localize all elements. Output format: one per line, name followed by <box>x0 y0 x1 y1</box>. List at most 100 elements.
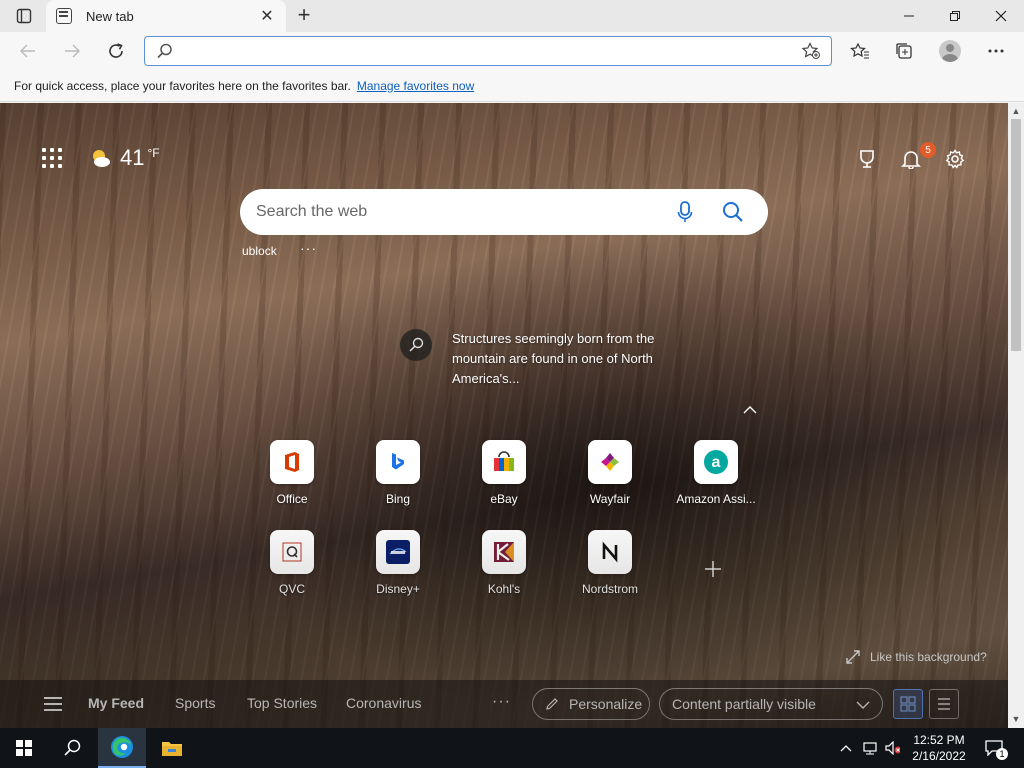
settings-and-more-button[interactable] <box>982 38 1010 64</box>
disney-plus-icon <box>376 530 420 574</box>
scroll-down-arrow-icon[interactable]: ▼ <box>1011 713 1021 725</box>
quick-link-ublock[interactable]: ublock <box>242 244 277 258</box>
taskbar-clock[interactable]: 12:52 PM 2/16/2022 <box>904 732 974 764</box>
action-center-badge: 1 <box>996 748 1008 760</box>
tile-label: Wayfair <box>589 492 631 506</box>
list-layout-button[interactable] <box>929 689 959 719</box>
tile-bing[interactable]: Bing <box>348 440 448 506</box>
page-settings-button[interactable] <box>943 147 967 171</box>
tab-actions-button[interactable] <box>8 5 40 27</box>
tile-ebay[interactable]: eBay <box>454 440 554 506</box>
content-visibility-dropdown[interactable]: Content partially visible <box>659 688 883 720</box>
back-button[interactable] <box>14 38 42 64</box>
grid-view-icon <box>900 696 916 712</box>
folder-icon <box>162 742 182 756</box>
tile-office[interactable]: Office <box>242 440 342 506</box>
tile-wayfair[interactable]: Wayfair <box>560 440 660 506</box>
refresh-button[interactable] <box>102 38 130 64</box>
notification-badge: 5 <box>920 142 936 158</box>
refresh-icon <box>109 43 123 58</box>
collections-button[interactable] <box>890 38 918 64</box>
network-status-button[interactable] <box>862 740 878 756</box>
favorites-bar-message: For quick access, place your favorites h… <box>14 78 351 93</box>
like-background-button[interactable]: Like this background? <box>846 650 987 664</box>
plus-icon <box>705 561 721 577</box>
address-bar[interactable] <box>144 36 832 66</box>
new-tab-page-icon <box>56 8 72 24</box>
quick-links-more-button[interactable]: ··· <box>300 240 317 256</box>
web-search-box[interactable] <box>240 189 768 235</box>
tab-close-button[interactable]: ✕ <box>258 6 276 26</box>
weather-widget[interactable]: 41 °F <box>90 145 160 171</box>
hamburger-menu-icon[interactable] <box>44 697 62 711</box>
gear-icon <box>945 149 965 169</box>
show-hidden-icons-button[interactable] <box>838 740 854 756</box>
taskbar: 12:52 PM 2/16/2022 1 <box>0 728 1024 768</box>
feed-tab-coronavirus[interactable]: Coronavirus <box>346 695 421 711</box>
volume-muted-icon <box>885 741 900 755</box>
image-search-button[interactable] <box>400 329 432 361</box>
microphone-icon[interactable] <box>677 200 693 224</box>
taskbar-file-explorer-button[interactable] <box>148 728 196 768</box>
collapse-chevron-icon[interactable] <box>743 401 757 417</box>
rewards-button[interactable] <box>855 147 879 171</box>
search-icon <box>157 43 172 59</box>
new-tab-page: 41 °F 5 ublock ··· Structures seemingly … <box>0 103 1008 728</box>
tile-nordstrom[interactable]: Nordstrom <box>560 530 660 596</box>
tile-amazon-assistant[interactable]: a Amazon Assi... <box>666 440 766 506</box>
search-icon <box>64 739 81 756</box>
bing-icon <box>376 440 420 484</box>
taskbar-edge-button[interactable] <box>98 728 146 768</box>
minimize-button[interactable] <box>886 0 932 32</box>
start-button[interactable] <box>0 728 48 768</box>
tab-actions-icon <box>16 8 32 24</box>
tile-label: Disney+ <box>376 582 420 596</box>
qvc-icon <box>270 530 314 574</box>
manage-favorites-link[interactable]: Manage favorites now <box>357 79 474 93</box>
tile-label: eBay <box>490 492 518 506</box>
wayfair-icon <box>588 440 632 484</box>
bell-icon <box>901 151 921 169</box>
grid-layout-button[interactable] <box>893 689 923 719</box>
tile-kohls[interactable]: Kohl's <box>454 530 554 596</box>
clock-time: 12:52 PM <box>913 733 965 747</box>
feed-tab-sports[interactable]: Sports <box>175 695 215 711</box>
taskbar-search-button[interactable] <box>48 728 96 768</box>
scroll-up-arrow-icon[interactable]: ▲ <box>1011 105 1021 117</box>
feed-more-button[interactable]: ··· <box>492 693 511 711</box>
app-launcher-button[interactable] <box>42 148 62 168</box>
content-visibility-value: Content partially visible <box>672 696 816 712</box>
search-icon[interactable] <box>721 200 745 224</box>
web-search-input[interactable] <box>256 203 656 221</box>
magnifier-icon <box>409 337 424 352</box>
restore-icon <box>950 11 960 21</box>
forward-button[interactable] <box>58 38 86 64</box>
edge-browser-icon <box>111 736 133 758</box>
nordstrom-icon <box>588 530 632 574</box>
volume-button[interactable] <box>884 740 900 756</box>
tab-new-tab[interactable]: New tab ✕ <box>46 0 286 32</box>
feed-tab-top-stories[interactable]: Top Stories <box>247 695 317 711</box>
amazon-assistant-icon: a <box>694 440 738 484</box>
personalize-label: Personalize <box>569 696 643 712</box>
kohls-icon <box>482 530 526 574</box>
favorites-button[interactable] <box>846 38 874 64</box>
tile-qvc[interactable]: QVC <box>242 530 342 596</box>
add-site-button[interactable] <box>704 558 722 584</box>
tile-label: Amazon Assi... <box>676 492 756 506</box>
feed-tab-my-feed[interactable]: My Feed <box>88 695 144 711</box>
close-icon <box>995 10 1007 22</box>
close-window-button[interactable] <box>978 0 1024 32</box>
address-input[interactable] <box>179 37 799 63</box>
profile-button[interactable] <box>936 38 964 64</box>
restore-button[interactable] <box>932 0 978 32</box>
scrollbar-thumb[interactable] <box>1011 119 1021 351</box>
new-tab-button[interactable]: + <box>292 4 316 28</box>
background-caption[interactable]: Structures seemingly born from the mount… <box>452 329 684 389</box>
tile-disney-plus[interactable]: Disney+ <box>348 530 448 596</box>
personalize-button[interactable]: Personalize <box>532 688 650 720</box>
page-scrollbar[interactable]: ▲ ▼ <box>1008 103 1024 728</box>
chevron-up-icon <box>840 745 852 752</box>
background-info[interactable]: Structures seemingly born from the mount… <box>400 329 684 389</box>
add-favorite-icon[interactable] <box>801 42 821 60</box>
